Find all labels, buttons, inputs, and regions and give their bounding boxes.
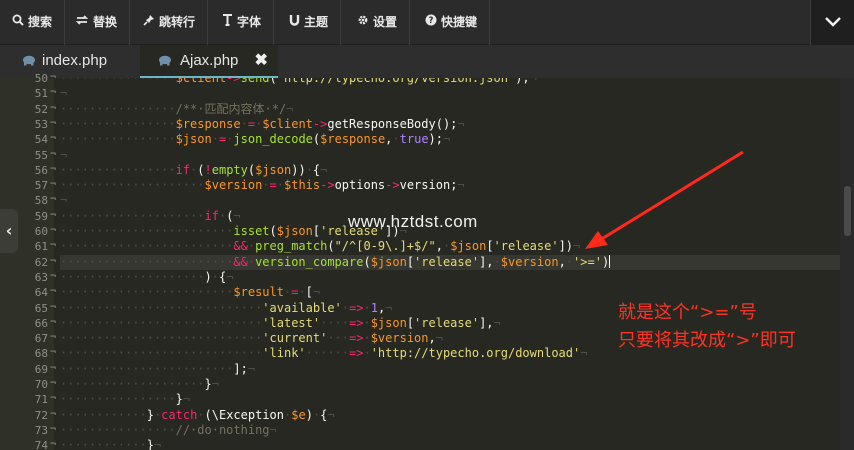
fold-marker: ¬: [50, 301, 57, 313]
line-number: 73: [34, 423, 48, 437]
fold-marker: ¬: [50, 148, 57, 160]
fold-marker: ¬: [50, 439, 57, 450]
fold-marker: ¬: [50, 209, 57, 221]
line-number: 60: [34, 225, 48, 238]
fold-marker: ¬: [50, 378, 57, 389]
line-number: 66: [34, 316, 48, 330]
fold-marker: ¬: [50, 179, 57, 191]
annotation-arrow: [585, 150, 744, 249]
fold-marker: ¬: [50, 117, 57, 129]
line-number: 56: [34, 163, 48, 177]
fold-marker: ¬: [50, 72, 57, 83]
fold-marker: ¬: [50, 194, 57, 206]
line-number: 55: [34, 148, 48, 162]
line-number: 59: [34, 209, 48, 223]
fold-marker: ¬: [50, 240, 57, 252]
fold-marker: ¬: [50, 347, 57, 359]
line-number: 52: [34, 102, 48, 116]
fold-marker: ¬: [50, 316, 57, 328]
line-number: 53: [34, 117, 48, 131]
line-number: 69: [34, 362, 48, 376]
line-number: 62: [34, 255, 48, 269]
line-number: 57: [34, 179, 48, 193]
annotation-note-line1: 就是这个“>=”号: [618, 302, 757, 323]
fold-marker: ¬: [50, 286, 57, 298]
fold-marker: ¬: [50, 408, 57, 420]
line-number: 65: [34, 301, 48, 315]
fold-marker: ¬: [50, 270, 57, 282]
line-number: 70: [34, 378, 48, 391]
line-number: 63: [34, 270, 48, 284]
line-number: 50: [34, 72, 48, 85]
line-number: 58: [34, 194, 48, 208]
fold-marker: ¬: [50, 393, 57, 405]
line-number: 54: [34, 133, 48, 147]
fold-marker: ¬: [50, 87, 57, 99]
line-number: 74: [34, 439, 48, 450]
fold-marker: ¬: [50, 362, 57, 374]
fold-marker: ¬: [50, 133, 57, 145]
line-number: 68: [34, 347, 48, 361]
fold-marker: ¬: [50, 423, 57, 435]
line-number: 67: [34, 332, 48, 346]
line-number: 51: [34, 87, 48, 101]
line-number: 64: [34, 286, 48, 300]
fold-marker: ¬: [50, 255, 57, 267]
annotation-note-line2: 只要将其改成“>”即可: [618, 330, 796, 351]
line-number: 61: [34, 240, 48, 254]
line-number: 72: [34, 408, 48, 422]
fold-marker: ¬: [50, 225, 57, 236]
fold-marker: ¬: [50, 332, 57, 344]
line-number: 71: [34, 393, 48, 407]
fold-marker: ¬: [50, 102, 57, 114]
fold-marker: ¬: [50, 163, 57, 175]
